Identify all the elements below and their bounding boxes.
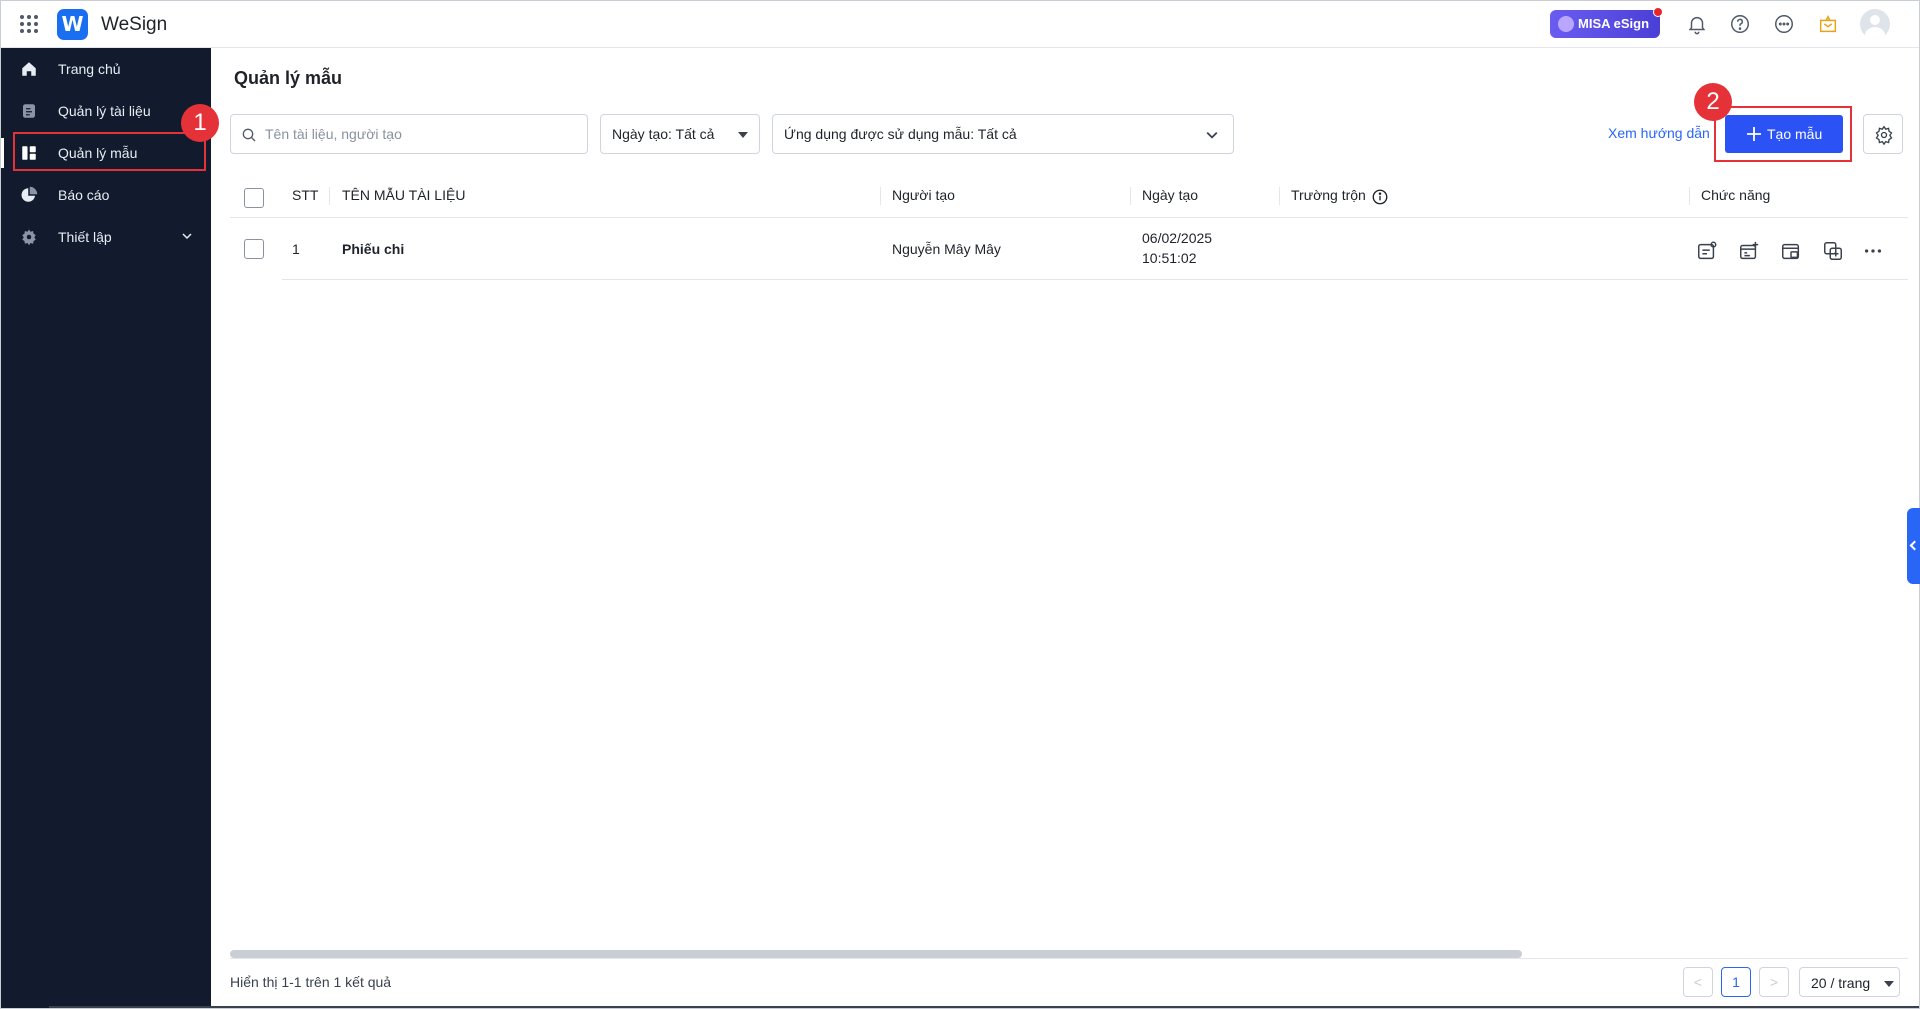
row-time: 10:51:02	[1142, 250, 1197, 266]
column-header-date[interactable]: Ngày tạo	[1142, 187, 1198, 203]
horizontal-scrollbar[interactable]	[230, 950, 1522, 958]
column-divider	[1130, 187, 1131, 205]
create-template-label: Tạo mẫu	[1767, 126, 1823, 142]
column-header-merge-fields: Trường trộn	[1291, 187, 1366, 203]
more-options-icon[interactable]	[1862, 240, 1884, 262]
sidebar: Trang chủ Quản lý tài liệu Quản lý mẫu B…	[1, 48, 211, 1008]
duplicate-icon[interactable]	[1822, 240, 1844, 262]
misa-esign-badge[interactable]: MISA eSign	[1550, 10, 1660, 38]
gear-icon	[1875, 125, 1893, 145]
app-filter-select[interactable]: Ứng dụng được sử dụng mẫu: Tất cả	[772, 114, 1234, 154]
apps-grid-icon[interactable]	[20, 15, 38, 33]
sidebar-item-label: Trang chủ	[58, 61, 121, 77]
page-size-select[interactable]: 20 / trang	[1799, 967, 1900, 997]
sidebar-item-label: Báo cáo	[58, 187, 110, 203]
page-size-value: 20 / trang	[1811, 975, 1871, 991]
pagination-summary: Hiển thị 1-1 trên 1 kết quả	[230, 974, 392, 990]
prev-page-button[interactable]: <	[1683, 967, 1713, 997]
column-header-creator[interactable]: Người tạo	[892, 187, 955, 203]
brand-name: WeSign	[101, 14, 168, 35]
search-input[interactable]	[265, 124, 575, 144]
callout-badge-2: 2	[1694, 83, 1732, 121]
bell-icon[interactable]	[1686, 13, 1708, 35]
sidebar-item-documents[interactable]: Quản lý tài liệu	[1, 92, 211, 130]
misa-badge-label: MISA eSign	[1578, 16, 1650, 31]
template-icon	[22, 146, 36, 160]
top-bar: W WeSign MISA eSign	[1, 1, 1919, 48]
send-sign-icon[interactable]	[1780, 240, 1802, 262]
search-icon	[242, 128, 256, 142]
column-divider	[329, 187, 330, 205]
pie-chart-icon	[21, 186, 38, 202]
row-date: 06/02/2025	[1142, 230, 1213, 246]
caret-down-icon	[1884, 981, 1894, 987]
sidebar-item-home[interactable]: Trang chủ	[1, 50, 211, 88]
plus-icon	[1747, 127, 1761, 141]
sidebar-item-label: Quản lý mẫu	[58, 145, 138, 161]
row-stt: 1	[292, 241, 300, 257]
page-button-current[interactable]: 1	[1721, 967, 1751, 997]
sidebar-item-label: Thiết lập	[58, 229, 112, 245]
chat-icon[interactable]	[1773, 13, 1795, 35]
date-filter-select[interactable]: Ngày tạo: Tất cả	[600, 114, 760, 154]
row-creator: Nguyễn Mây Mây	[892, 241, 1001, 257]
misa-logo-icon	[1558, 16, 1574, 32]
sidebar-item-label: Quản lý tài liệu	[58, 103, 151, 119]
chevron-down-icon	[1206, 131, 1218, 139]
wesign-logo[interactable]: W	[57, 9, 88, 40]
avatar[interactable]	[1860, 9, 1890, 39]
sidebar-item-settings[interactable]: Thiết lập	[1, 218, 211, 256]
column-settings-button[interactable]	[1863, 114, 1903, 154]
header-divider	[230, 217, 1908, 218]
select-all-checkbox[interactable]	[244, 188, 264, 208]
sidebar-item-templates[interactable]: Quản lý mẫu	[1, 134, 211, 172]
info-icon[interactable]	[1371, 188, 1389, 206]
next-page-button[interactable]: >	[1759, 967, 1789, 997]
create-document-icon[interactable]	[1738, 240, 1760, 262]
column-divider	[1689, 187, 1690, 205]
date-filter-value: Ngày tạo: Tất cả	[612, 126, 715, 142]
main-content: Quản lý mẫu Ngày tạo: Tất cả Ứng dụng đư…	[211, 48, 1919, 1008]
guide-link[interactable]: Xem hướng dẫn	[1608, 125, 1710, 141]
caret-down-icon	[738, 132, 748, 138]
gear-icon	[22, 229, 36, 246]
edit-template-icon[interactable]	[1696, 240, 1718, 262]
scrollbar-track	[230, 958, 1908, 959]
column-divider	[880, 187, 881, 205]
document-icon	[23, 104, 35, 118]
home-icon	[22, 62, 36, 76]
create-template-button[interactable]: Tạo mẫu	[1725, 115, 1843, 153]
page-title: Quản lý mẫu	[234, 68, 343, 88]
column-header-name[interactable]: TÊN MẪU TÀI LIỆU	[342, 187, 465, 203]
column-divider	[1279, 187, 1280, 205]
chevron-down-icon[interactable]	[182, 231, 192, 241]
column-header-stt: STT	[292, 187, 319, 203]
gift-icon[interactable]	[1817, 13, 1839, 35]
sidebar-item-reports[interactable]: Báo cáo	[1, 176, 211, 214]
search-box[interactable]	[230, 114, 588, 154]
row-template-name[interactable]: Phiếu chi	[342, 241, 404, 257]
column-header-actions: Chức năng	[1701, 187, 1771, 203]
app-filter-value: Ứng dụng được sử dụng mẫu: Tất cả	[784, 126, 1017, 142]
side-panel-toggle[interactable]	[1907, 508, 1920, 584]
row-checkbox[interactable]	[244, 239, 264, 259]
window-bottom-edge	[49, 1006, 1919, 1008]
notification-dot	[1653, 7, 1663, 17]
help-icon[interactable]	[1729, 13, 1751, 35]
row-divider	[282, 279, 1908, 280]
